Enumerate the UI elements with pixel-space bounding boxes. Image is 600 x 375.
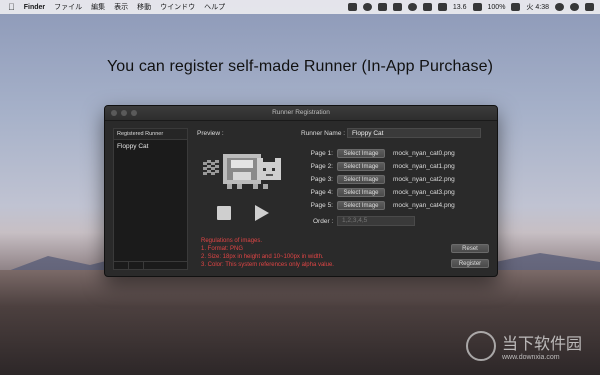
- page-filename: mock_nyan_cat0.png: [393, 150, 455, 157]
- preview-image: [203, 154, 281, 189]
- watermark-text: 当下软件园 www.downxia.com: [502, 330, 582, 361]
- page-filename: mock_nyan_cat3.png: [393, 189, 455, 196]
- window-title: Runner Registration: [272, 109, 330, 116]
- menubar:  Finder ファイル 編集 表示 移動 ウインドウ ヘルプ 13.6 10…: [0, 0, 600, 14]
- menu-list-icon[interactable]: [585, 3, 594, 11]
- preview-label: Preview :: [197, 130, 224, 137]
- menu-help[interactable]: ヘルプ: [204, 2, 225, 12]
- traffic-lights: [111, 110, 137, 116]
- order-label: Order :: [313, 218, 334, 225]
- screen-icon[interactable]: [392, 3, 402, 11]
- page-label: Page 1:: [310, 150, 333, 157]
- battery-level: 100%: [487, 3, 506, 11]
- page-filename: mock_nyan_cat1.png: [393, 163, 455, 170]
- cloud-icon[interactable]: [377, 3, 387, 11]
- apple-icon[interactable]: : [8, 2, 15, 12]
- page-label: Page 3:: [310, 176, 333, 183]
- list-header: Registered Runner: [114, 129, 187, 140]
- play-icon[interactable]: [255, 205, 269, 221]
- runner-app-icon[interactable]: [347, 3, 357, 11]
- add-runner-button[interactable]: [114, 262, 129, 269]
- user-icon[interactable]: [570, 3, 579, 11]
- registered-runner-list: Registered Runner Floppy Cat: [113, 128, 188, 270]
- display-icon[interactable]: [511, 3, 521, 11]
- page-label: Page 4:: [310, 189, 333, 196]
- menu-finder[interactable]: Finder: [24, 4, 45, 11]
- headline: You can register self-made Runner (In-Ap…: [106, 58, 494, 75]
- battery-percent: 13.6: [452, 3, 467, 11]
- close-icon[interactable]: [111, 110, 117, 116]
- select-image-button[interactable]: Select Image: [337, 162, 385, 171]
- page-filename: mock_nyan_cat2.png: [393, 176, 455, 183]
- regulation-color: 3. Color: This system references only al…: [201, 262, 334, 268]
- order-input[interactable]: [337, 216, 415, 226]
- runner-name-label: Runner Name :: [301, 130, 346, 137]
- wifi-icon[interactable]: [437, 3, 447, 11]
- watermark-logo-icon: [465, 330, 496, 361]
- select-image-button[interactable]: Select Image: [337, 175, 385, 184]
- menu-view[interactable]: 表示: [114, 2, 128, 12]
- watermark-url: www.downxia.com: [501, 354, 560, 361]
- bluetooth-icon[interactable]: [422, 3, 432, 11]
- regulation-size: 2. Size: 18px in height and 10~100px in …: [201, 254, 324, 260]
- window-titlebar: Runner Registration: [105, 106, 497, 121]
- reset-button[interactable]: Reset: [451, 244, 489, 253]
- menu-go[interactable]: 移動: [137, 2, 151, 12]
- list-item[interactable]: Floppy Cat: [114, 140, 187, 153]
- menu-window[interactable]: ウインドウ: [160, 2, 195, 12]
- menubar-tray: 13.6 100% 火 4:38: [347, 2, 594, 12]
- menu-file[interactable]: ファイル: [54, 2, 82, 12]
- page-filename: mock_nyan_cat4.png: [393, 202, 455, 209]
- page-label: Page 5:: [310, 202, 333, 209]
- list-footer: [114, 261, 187, 269]
- spotlight-icon[interactable]: [555, 3, 564, 11]
- select-image-button[interactable]: Select Image: [337, 149, 385, 158]
- battery-icon[interactable]: [472, 3, 482, 11]
- stop-icon[interactable]: [217, 206, 231, 220]
- select-image-button[interactable]: Select Image: [337, 188, 385, 197]
- watermark-name: 当下软件园: [501, 336, 582, 353]
- remove-runner-button[interactable]: [129, 262, 144, 269]
- clock-icon[interactable]: [407, 3, 417, 11]
- register-button[interactable]: Register: [451, 259, 489, 268]
- watermark: 当下软件园 www.downxia.com: [465, 330, 582, 361]
- runner-name-input[interactable]: Floppy Cat: [347, 128, 481, 138]
- regulations-title: Regulations of images.: [201, 238, 263, 244]
- record-icon[interactable]: [362, 3, 372, 11]
- page-label: Page 2:: [310, 163, 333, 170]
- runner-registration-window: Runner Registration Registered Runner Fl…: [104, 105, 498, 277]
- select-image-button[interactable]: Select Image: [337, 201, 385, 210]
- clock[interactable]: 火 4:38: [526, 2, 549, 12]
- minimize-icon[interactable]: [121, 110, 127, 116]
- regulation-format: 1. Format: PNG: [201, 246, 244, 252]
- menu-edit[interactable]: 編集: [91, 2, 105, 12]
- zoom-icon[interactable]: [131, 110, 137, 116]
